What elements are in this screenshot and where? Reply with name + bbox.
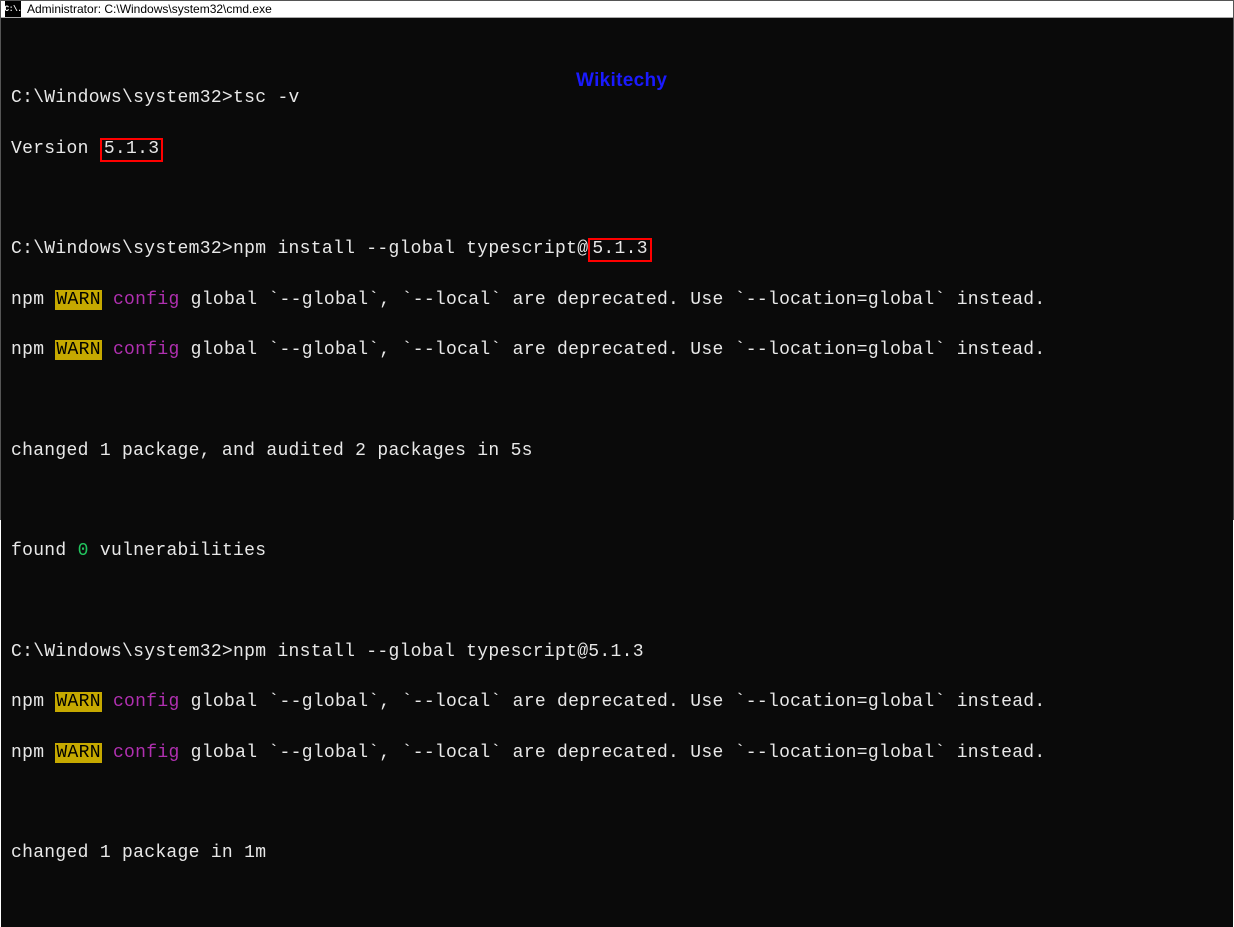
config-word: config bbox=[113, 743, 180, 763]
warn-badge: WARN bbox=[55, 743, 101, 763]
blank-line bbox=[11, 590, 1223, 615]
config-word: config bbox=[113, 290, 180, 310]
warn-badge: WARN bbox=[55, 290, 101, 310]
command-text: tsc -v bbox=[233, 88, 300, 108]
warn-badge: WARN bbox=[55, 340, 101, 360]
prompt: C:\Windows\system32> bbox=[11, 88, 233, 108]
blank-line bbox=[11, 791, 1223, 816]
window-title: Administrator: C:\Windows\system32\cmd.e… bbox=[27, 2, 272, 16]
terminal-line: changed 1 package in 1m bbox=[11, 841, 1223, 866]
command-text: npm install --global typescript@5.1.3 bbox=[233, 642, 644, 662]
found-prefix: found bbox=[11, 541, 78, 561]
terminal-output[interactable]: Wikitechy C:\Windows\system32>tsc -v Ver… bbox=[1, 18, 1233, 927]
blank-line bbox=[11, 187, 1223, 212]
blank-line bbox=[11, 388, 1223, 413]
npm-word: npm bbox=[11, 743, 44, 763]
terminal-line: C:\Windows\system32>npm install --global… bbox=[11, 640, 1223, 665]
vuln-count: 0 bbox=[78, 541, 89, 561]
terminal-line: npm WARN config global `--global`, `--lo… bbox=[11, 741, 1223, 766]
highlighted-version: 5.1.3 bbox=[588, 238, 652, 262]
command-text: npm install --global typescript@ bbox=[233, 239, 588, 259]
warn-badge: WARN bbox=[55, 692, 101, 712]
terminal-line: npm WARN config global `--global`, `--lo… bbox=[11, 338, 1223, 363]
config-word: config bbox=[113, 692, 180, 712]
changed-text: changed 1 package in 1m bbox=[11, 843, 266, 863]
found-suffix: vulnerabilities bbox=[89, 541, 267, 561]
terminal-line: C:\Windows\system32>npm install --global… bbox=[11, 237, 1223, 262]
terminal-line: Version 5.1.3 bbox=[11, 137, 1223, 162]
prompt: C:\Windows\system32> bbox=[11, 642, 233, 662]
cmd-icon: C:\. bbox=[5, 1, 21, 17]
blank-line bbox=[11, 489, 1223, 514]
npm-word: npm bbox=[11, 290, 44, 310]
watermark-text: Wikitechy bbox=[576, 68, 667, 95]
npm-word: npm bbox=[11, 340, 44, 360]
npm-word: npm bbox=[11, 692, 44, 712]
highlighted-version: 5.1.3 bbox=[100, 138, 164, 162]
cmd-window: C:\. Administrator: C:\Windows\system32\… bbox=[0, 0, 1234, 520]
terminal-line: npm WARN config global `--global`, `--lo… bbox=[11, 690, 1223, 715]
deprecated-text: global `--global`, `--local` are depreca… bbox=[180, 743, 1046, 763]
deprecated-text: global `--global`, `--local` are depreca… bbox=[180, 692, 1046, 712]
config-word: config bbox=[113, 340, 180, 360]
terminal-line: changed 1 package, and audited 2 package… bbox=[11, 439, 1223, 464]
prompt: C:\Windows\system32> bbox=[11, 239, 233, 259]
terminal-line: found 0 vulnerabilities bbox=[11, 539, 1223, 564]
changed-text: changed 1 package, and audited 2 package… bbox=[11, 441, 533, 461]
deprecated-text: global `--global`, `--local` are depreca… bbox=[180, 340, 1046, 360]
window-titlebar[interactable]: C:\. Administrator: C:\Windows\system32\… bbox=[1, 1, 1233, 18]
deprecated-text: global `--global`, `--local` are depreca… bbox=[180, 290, 1046, 310]
terminal-line: npm WARN config global `--global`, `--lo… bbox=[11, 288, 1223, 313]
version-label: Version bbox=[11, 139, 100, 159]
